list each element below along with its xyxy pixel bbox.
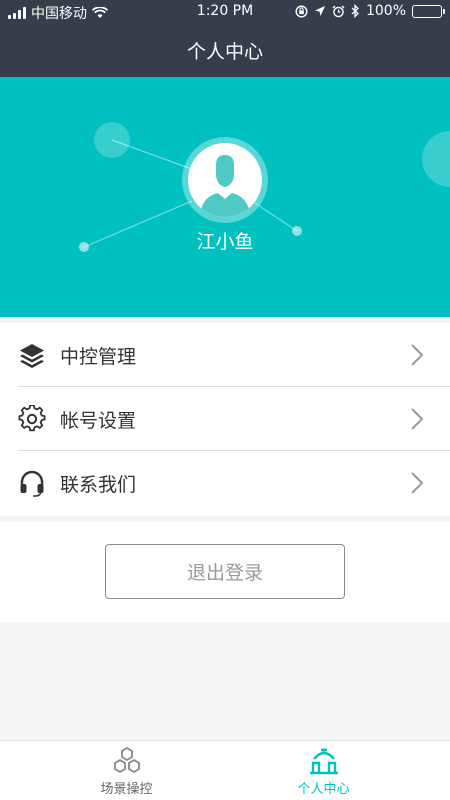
avatar-image xyxy=(188,143,262,217)
tab-bar: 场景操控 个人中心 xyxy=(0,740,450,800)
layers-icon xyxy=(20,344,44,368)
tab-scene-control[interactable]: 场景操控 xyxy=(14,741,239,800)
settings-menu: 中控管理 帐号设置 联系我们 xyxy=(0,323,450,516)
home-icon xyxy=(309,748,338,774)
logout-button[interactable]: 退出登录 xyxy=(105,544,345,599)
user-silhouette-icon xyxy=(200,155,250,217)
menu-item-contact-us[interactable]: 联系我们 xyxy=(0,451,450,515)
menu-item-label: 帐号设置 xyxy=(60,409,137,432)
menu-item-account-settings[interactable]: 帐号设置 xyxy=(0,387,450,451)
status-right: 100% xyxy=(295,3,445,19)
chevron-right-icon xyxy=(411,472,424,494)
menu-item-label: 联系我们 xyxy=(60,473,137,496)
headset-icon xyxy=(20,470,44,497)
menu-item-control-management[interactable]: 中控管理 xyxy=(0,323,450,387)
bluetooth-icon xyxy=(351,4,359,18)
page-title: 个人中心 xyxy=(186,41,263,63)
tab-personal-center[interactable]: 个人中心 xyxy=(211,741,436,800)
logout-panel: 退出登录 xyxy=(0,522,450,622)
tab-label: 场景操控 xyxy=(100,781,153,797)
tab-label: 个人中心 xyxy=(297,781,350,797)
battery-icon xyxy=(412,4,445,18)
hexagons-icon xyxy=(113,746,140,773)
battery-percent: 100% xyxy=(365,3,406,19)
location-icon xyxy=(314,6,325,16)
nav-bar: 个人中心 xyxy=(0,24,450,77)
rotation-lock-icon xyxy=(295,4,308,18)
avatar[interactable] xyxy=(182,137,268,223)
alarm-icon xyxy=(332,5,345,17)
menu-item-label: 中控管理 xyxy=(60,345,137,368)
app-screen: 中国移动 1:20 PM 100% 个人中心 江小鱼 中控管理 帐号设置 联系我… xyxy=(0,0,450,800)
gear-icon xyxy=(18,405,46,432)
chevron-right-icon xyxy=(411,408,424,430)
chevron-right-icon xyxy=(411,344,424,366)
profile-header: 江小鱼 xyxy=(0,77,450,317)
username: 江小鱼 xyxy=(196,231,254,253)
status-bar: 中国移动 1:20 PM 100% xyxy=(0,0,450,24)
